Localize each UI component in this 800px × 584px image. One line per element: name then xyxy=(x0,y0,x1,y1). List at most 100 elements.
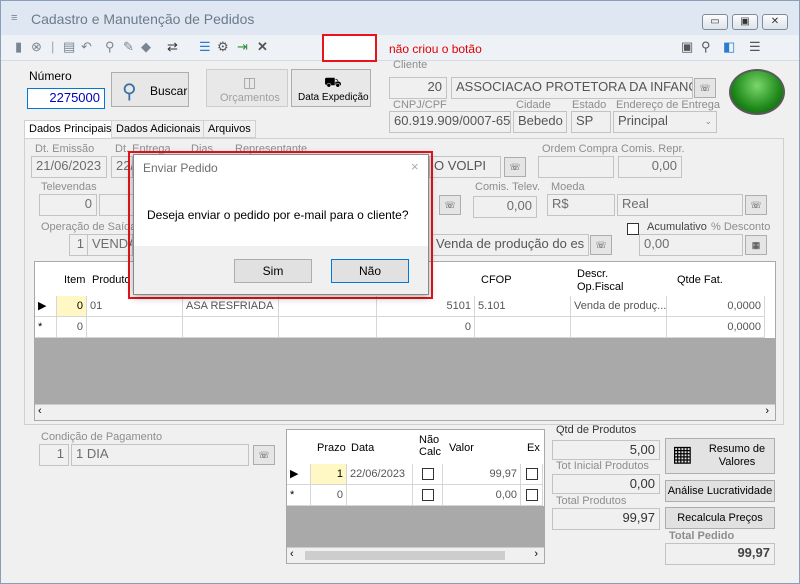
new-icon[interactable]: ▮ xyxy=(15,39,22,55)
layout-icon[interactable]: ◧ xyxy=(723,39,735,55)
checkbox-icon[interactable] xyxy=(525,468,538,481)
cell-descr[interactable] xyxy=(571,317,667,338)
minimize-button[interactable]: ▭ xyxy=(702,14,728,30)
cell-item[interactable]: 0 xyxy=(57,317,87,338)
televendas-lookup-button[interactable]: ☏ xyxy=(439,195,461,215)
buscar-button[interactable]: ⚲ Buscar xyxy=(111,72,189,107)
exit-icon[interactable]: ⇥ xyxy=(237,39,248,55)
window-menu-icon[interactable]: ≡ xyxy=(11,12,17,24)
moeda-code-field[interactable]: R$ xyxy=(547,194,615,216)
search-icon[interactable]: ⚲ xyxy=(105,39,115,55)
tab-dados-principais[interactable]: Dados Principais xyxy=(24,120,117,139)
moeda-lookup-button[interactable]: ☏ xyxy=(745,195,767,215)
cell-descr[interactable]: Venda de produç... xyxy=(571,296,667,317)
print-icon[interactable]: ⇄ xyxy=(167,39,178,55)
scroll-thumb[interactable] xyxy=(305,551,505,560)
table-row[interactable]: ▶ 1 22/06/2023 99,97 xyxy=(287,464,544,485)
cell-item[interactable]: 0 xyxy=(57,296,87,317)
items-horizontal-scrollbar[interactable]: ‹ › xyxy=(35,404,775,420)
data-expedicao-button[interactable]: ⛟ Data Expedição xyxy=(291,69,371,107)
scroll-right-icon[interactable]: › xyxy=(765,405,769,417)
list-icon[interactable]: ☰ xyxy=(199,39,211,55)
operacao-code-field[interactable]: 1 xyxy=(69,234,89,256)
cell-qtde[interactable]: 0,0000 xyxy=(667,296,765,317)
pagamento-code-field[interactable]: 1 xyxy=(39,444,69,466)
menu-icon[interactable]: ☰ xyxy=(749,39,761,55)
tab-dados-adicionais[interactable]: Dados Adicionais xyxy=(111,120,206,138)
cell-cfop[interactable] xyxy=(475,317,571,338)
emissao-field[interactable]: 21/06/2023 xyxy=(31,156,107,178)
checkbox-icon[interactable] xyxy=(421,489,434,502)
cell-data[interactable] xyxy=(347,485,413,506)
orcamentos-button[interactable]: ◫ Orçamentos xyxy=(206,69,288,107)
dialog-close-icon[interactable]: × xyxy=(411,159,419,174)
representante-field[interactable]: O VOLPI xyxy=(429,156,501,178)
cancel-icon[interactable]: ⊗ xyxy=(31,39,42,55)
acumulativo-checkbox[interactable] xyxy=(627,221,639,235)
ordem-compra-field[interactable] xyxy=(538,156,614,178)
eraser-icon[interactable]: ◆ xyxy=(141,39,151,55)
comis-repr-field[interactable]: 0,00 xyxy=(618,156,682,178)
zoom-icon[interactable]: ⚲ xyxy=(701,39,711,55)
cliente-lookup-button[interactable]: ☏ xyxy=(694,78,716,98)
cell-prazo[interactable]: 0 xyxy=(311,485,347,506)
operacao-desc-field[interactable]: Venda de produção do es xyxy=(431,234,589,256)
window-icon[interactable]: ▣ xyxy=(681,39,693,55)
close-toolbar-icon[interactable]: ✕ xyxy=(257,39,268,55)
maximize-button[interactable]: ▣ xyxy=(732,14,758,30)
cell-nao-calc[interactable] xyxy=(413,485,443,506)
desconto-field[interactable]: 0,00 xyxy=(639,234,743,256)
cell-cfop[interactable]: 5.101 xyxy=(475,296,571,317)
checkbox-icon[interactable] xyxy=(525,489,538,502)
comis-telev-field[interactable]: 0,00 xyxy=(473,196,537,218)
scroll-left-icon[interactable]: ‹ xyxy=(290,548,294,560)
yes-button[interactable]: Sim xyxy=(234,259,312,283)
cell-empty[interactable] xyxy=(279,317,377,338)
tab-arquivos[interactable]: Arquivos xyxy=(203,120,256,138)
cell-valor[interactable]: 99,97 xyxy=(443,464,521,485)
cliente-name[interactable]: ASSOCIACAO PROTETORA DA INFANC xyxy=(451,77,693,99)
cnpj-field[interactable]: 60.919.909/0007-65 xyxy=(389,111,511,133)
cliente-code[interactable]: 20 xyxy=(389,77,447,99)
cell-desc[interactable] xyxy=(183,317,279,338)
cell-qtde[interactable]: 0,0000 xyxy=(667,317,765,338)
televendas-field[interactable]: 0 xyxy=(39,194,97,216)
undo-icon[interactable]: ↶ xyxy=(81,39,92,55)
scroll-right-icon[interactable]: › xyxy=(534,548,538,560)
table-row[interactable]: ▶ 0 01 ASA RESFRIADA 5101 5.101 Venda de… xyxy=(35,296,775,317)
cell-ex[interactable] xyxy=(521,464,543,485)
pagamento-lookup-button[interactable]: ☏ xyxy=(253,445,275,465)
cell-empty[interactable] xyxy=(279,296,377,317)
operacao-lookup-button[interactable]: ☏ xyxy=(590,235,612,255)
no-button[interactable]: Não xyxy=(331,259,409,283)
numero-input[interactable]: 2275000 xyxy=(27,88,105,109)
save-icon[interactable]: ▤ xyxy=(63,39,75,55)
prazo-horizontal-scrollbar[interactable]: ‹ › xyxy=(287,547,544,563)
close-button[interactable]: ✕ xyxy=(762,14,788,30)
desconto-calc-button[interactable]: ▦ xyxy=(745,235,767,255)
cell-ex[interactable] xyxy=(521,485,543,506)
resumo-valores-button[interactable]: ▦ Resumo de Valores xyxy=(665,438,775,474)
cell-produto[interactable]: 01 xyxy=(87,296,183,317)
cell-data[interactable]: 22/06/2023 xyxy=(347,464,413,485)
cell-valor[interactable]: 0 xyxy=(377,317,475,338)
cell-produto[interactable] xyxy=(87,317,183,338)
settings-icon[interactable]: ⚙ xyxy=(217,39,229,55)
cell-nao-calc[interactable] xyxy=(413,464,443,485)
table-row[interactable]: * 0 0,00 xyxy=(287,485,544,506)
moeda-name-field[interactable]: Real xyxy=(617,194,743,216)
cidade-field[interactable]: Bebedo xyxy=(513,111,567,133)
entrega-select[interactable]: Principal ⌄ xyxy=(613,111,717,133)
cell-desc[interactable]: ASA RESFRIADA xyxy=(183,296,279,317)
checkbox-icon[interactable] xyxy=(421,468,434,481)
cell-valor[interactable]: 0,00 xyxy=(443,485,521,506)
pagamento-name-field[interactable]: 1 DIA xyxy=(71,444,249,466)
edit-icon[interactable]: ✎ xyxy=(123,39,134,55)
cell-prazo[interactable]: 1 xyxy=(311,464,347,485)
scroll-left-icon[interactable]: ‹ xyxy=(38,405,42,417)
representante-lookup-button[interactable]: ☏ xyxy=(504,157,526,177)
estado-field[interactable]: SP xyxy=(571,111,611,133)
table-row[interactable]: * 0 0 0,0000 xyxy=(35,317,775,338)
cell-valor[interactable]: 5101 xyxy=(377,296,475,317)
analise-lucratividade-button[interactable]: Análise Lucratividade xyxy=(665,480,775,502)
